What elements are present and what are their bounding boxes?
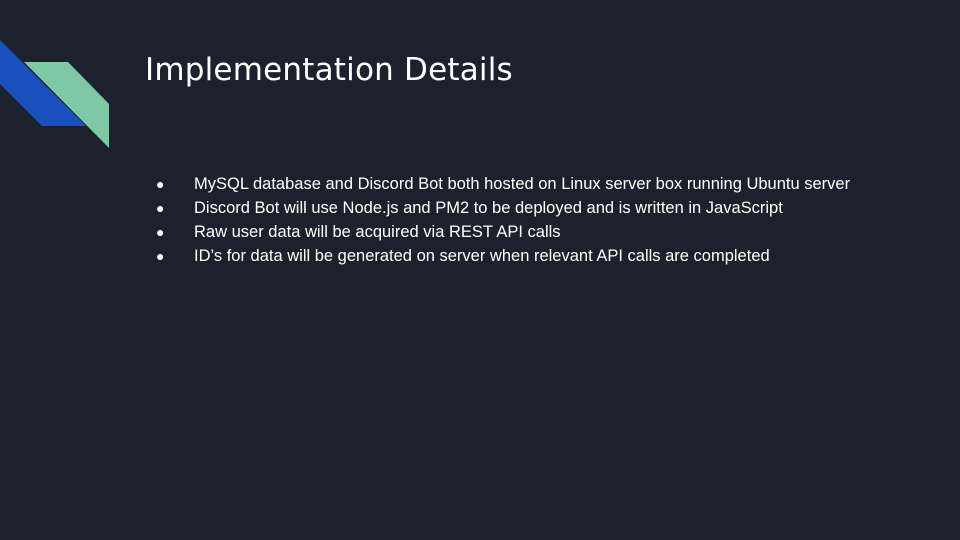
slide: Implementation Details ● MySQL database … xyxy=(0,0,960,540)
bullet-icon: ● xyxy=(156,200,165,216)
slide-title: Implementation Details xyxy=(145,52,513,88)
bullet-item: ● Discord Bot will use Node.js and PM2 t… xyxy=(156,196,936,220)
bullet-item: ● Raw user data will be acquired via RES… xyxy=(156,220,936,244)
bullet-text: ID’s for data will be generated on serve… xyxy=(194,247,770,265)
bullet-text: Discord Bot will use Node.js and PM2 to … xyxy=(194,199,783,217)
bullet-list: ● MySQL database and Discord Bot both ho… xyxy=(156,172,936,268)
bullet-text: Raw user data will be acquired via REST … xyxy=(194,223,561,241)
bullet-icon: ● xyxy=(156,224,165,240)
corner-decoration xyxy=(0,40,109,148)
bullet-icon: ● xyxy=(156,248,165,264)
bullet-item: ● ID’s for data will be generated on ser… xyxy=(156,244,936,268)
bullet-icon: ● xyxy=(156,176,165,192)
bullet-item: ● MySQL database and Discord Bot both ho… xyxy=(156,172,936,196)
bullet-text: MySQL database and Discord Bot both host… xyxy=(194,175,851,193)
